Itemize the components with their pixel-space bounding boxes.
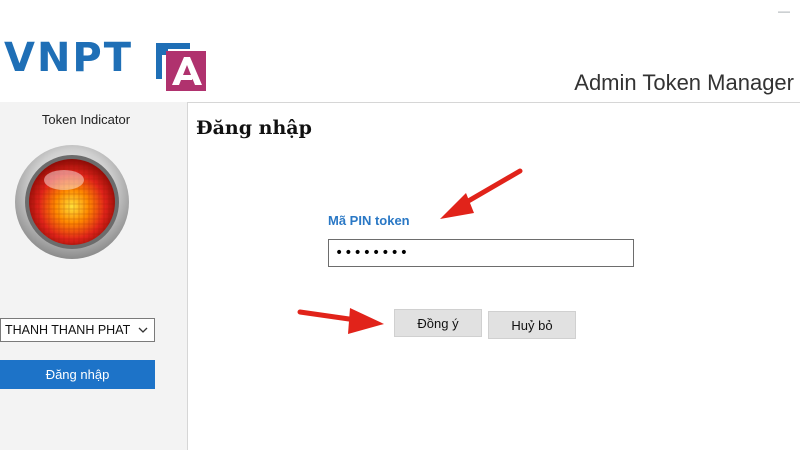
sidebar-login-button[interactable]: Đăng nhập: [0, 360, 155, 389]
vnpt-logo-text: VNPT: [4, 35, 134, 81]
login-panel: Đăng nhập Mã PIN token Đồng ý Huỷ bỏ: [188, 102, 800, 450]
title-bar: VNPT Admin Token Manager —: [0, 0, 800, 102]
minimize-button[interactable]: —: [778, 4, 790, 18]
cancel-button[interactable]: Huỷ bỏ: [488, 311, 576, 339]
token-indicator-label: Token Indicator: [41, 112, 131, 127]
page-title: Đăng nhập: [196, 117, 312, 139]
vnpt-ca-logo-icon: [156, 43, 206, 91]
chevron-down-icon: [138, 327, 148, 333]
pin-label: Mã PIN token: [328, 213, 410, 228]
pin-input[interactable]: [328, 239, 634, 267]
token-indicator-led-icon: [15, 145, 129, 259]
left-panel: Token Indicator THANH THANH PHAT Đăng nh…: [0, 102, 188, 450]
token-select-value: THANH THANH PHAT: [5, 323, 131, 337]
token-select[interactable]: THANH THANH PHAT: [0, 318, 155, 342]
app-title: Admin Token Manager: [574, 70, 794, 95]
ok-button[interactable]: Đồng ý: [394, 309, 482, 337]
